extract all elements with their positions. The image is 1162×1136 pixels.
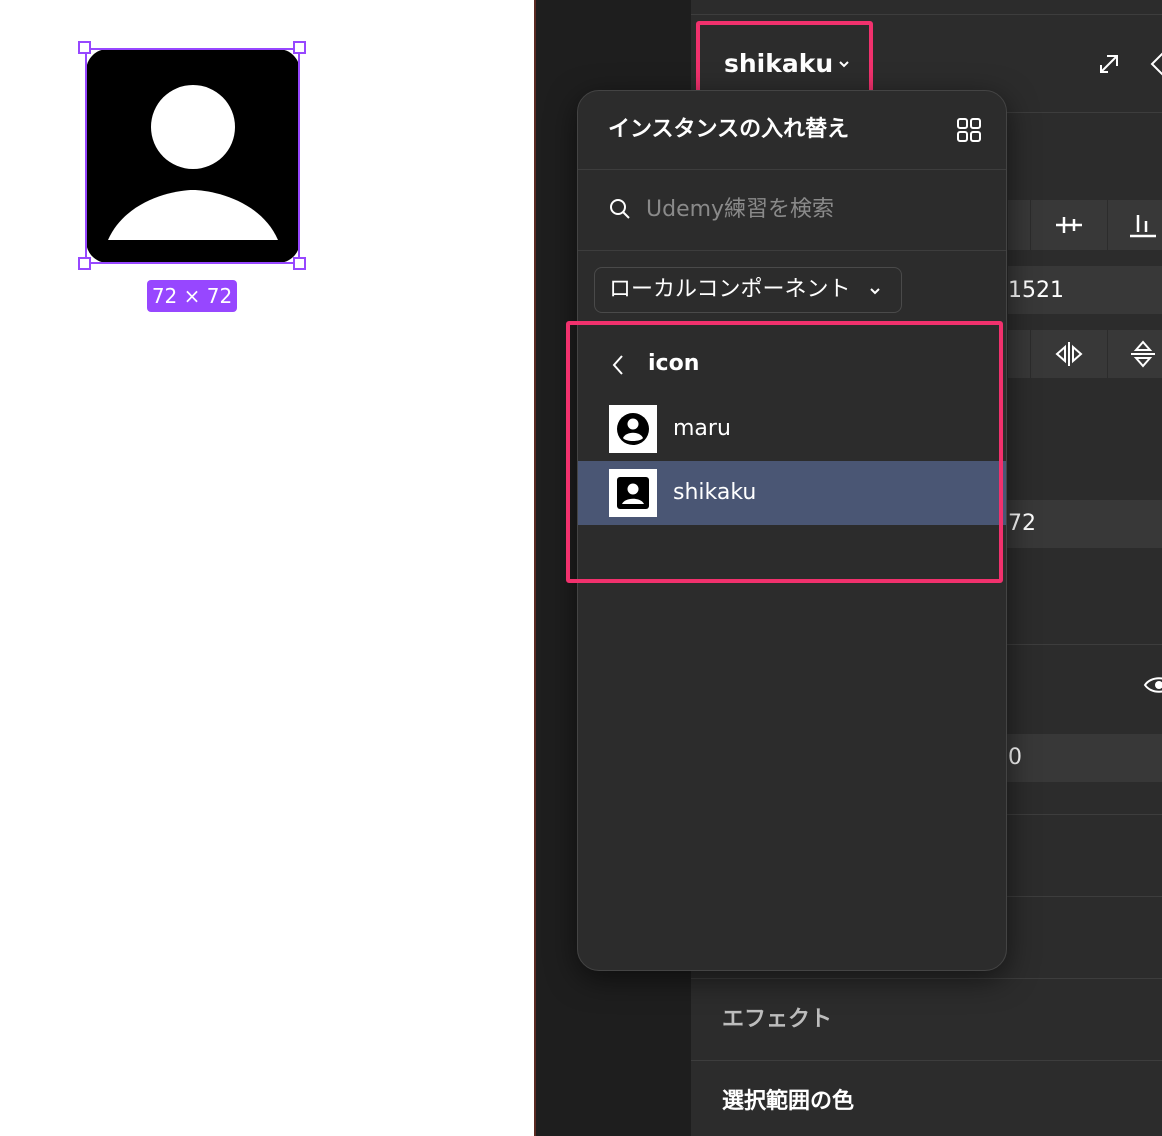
library-dropdown[interactable]: ローカルコンポーネント bbox=[594, 267, 902, 313]
search-icon bbox=[610, 199, 630, 219]
popup-title: インスタンスの入れ替え bbox=[608, 117, 850, 142]
annotation-highlight bbox=[696, 21, 873, 97]
align-vertical-center-icon bbox=[1056, 217, 1082, 233]
detach-instance-icon[interactable] bbox=[1092, 47, 1126, 81]
component-diamond-icon[interactable] bbox=[1146, 47, 1162, 81]
opacity-field[interactable] bbox=[1000, 734, 1162, 782]
library-dropdown-label: ローカルコンポーネント bbox=[609, 277, 851, 302]
grid-view-icon[interactable] bbox=[956, 117, 982, 143]
position-y-value: 1521 bbox=[1008, 278, 1064, 303]
panel-divider bbox=[691, 1060, 1162, 1061]
height-value: 72 bbox=[1008, 511, 1036, 536]
transform-button[interactable] bbox=[1008, 330, 1030, 378]
resize-handle-bottom-right[interactable] bbox=[293, 257, 306, 270]
size-badge: 72 × 72 bbox=[147, 280, 237, 312]
resize-handle-top-left[interactable] bbox=[78, 41, 91, 54]
flip-vertical-icon bbox=[1131, 340, 1155, 368]
panel-divider bbox=[691, 978, 1162, 979]
resize-handle-top-right[interactable] bbox=[293, 41, 306, 54]
panel-divider bbox=[691, 14, 1162, 15]
align-button[interactable] bbox=[1008, 200, 1030, 250]
popup-divider bbox=[578, 169, 1006, 170]
flip-horizontal-icon bbox=[1055, 342, 1083, 366]
search-input[interactable] bbox=[646, 191, 976, 227]
design-canvas[interactable]: 72 × 72 bbox=[0, 0, 534, 1136]
effects-section-title[interactable]: エフェクト bbox=[722, 1005, 832, 1035]
opacity-value: 0 bbox=[1008, 745, 1022, 770]
align-bottom-icon bbox=[1130, 215, 1156, 238]
popup-divider bbox=[578, 250, 1006, 251]
selection-outline bbox=[85, 48, 300, 264]
selection-colors-section-title[interactable]: 選択範囲の色 bbox=[722, 1087, 854, 1117]
eye-icon[interactable] bbox=[1142, 668, 1162, 702]
resize-handle-bottom-left[interactable] bbox=[78, 257, 91, 270]
annotation-highlight bbox=[566, 321, 1003, 583]
chevron-down-icon bbox=[870, 288, 880, 295]
